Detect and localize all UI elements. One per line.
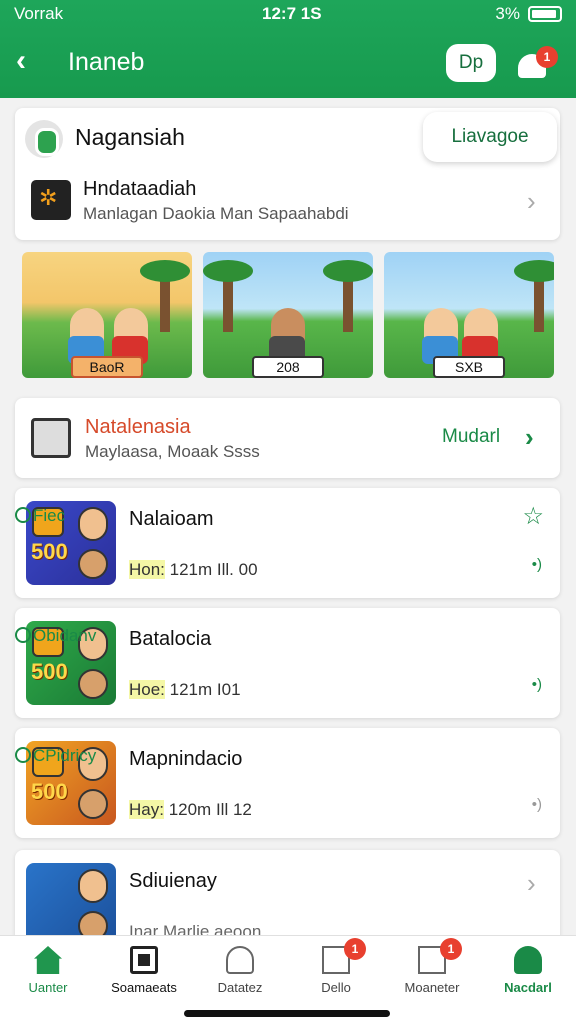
page-title: Inaneb — [68, 48, 145, 76]
promo-card[interactable]: Natalenasia Maylaasa, Moaak Ssss Mudarl … — [15, 398, 560, 478]
clock: 12:7 1S — [262, 4, 322, 23]
tab-label: Nacdarl — [504, 980, 552, 995]
person-icon — [226, 946, 254, 974]
list-item[interactable]: 500 Mapnindacio Hay: 120m Ill 12 CPidric… — [15, 728, 560, 838]
sound-icon: •) — [531, 556, 542, 573]
banner-2[interactable]: 208 — [203, 252, 373, 378]
item-meta-key: Hon: — [129, 560, 165, 579]
item-status-label: CPidricy — [33, 746, 97, 765]
carrier-label: Vorrak — [14, 4, 64, 23]
banner-label: SXB — [433, 356, 505, 378]
tab-badge: 1 — [440, 938, 462, 960]
nav-bar: ‹ Inaneb Dp 1 — [0, 40, 576, 86]
status-dot-icon — [15, 507, 31, 523]
top-card-title: Nagansiah — [75, 124, 185, 150]
tab-label: Moaneter — [404, 980, 460, 995]
item-meta-key: Hay: — [129, 800, 164, 819]
promo-title: Natalenasia — [85, 416, 191, 438]
sound-icon: •) — [531, 676, 542, 693]
top-card-pill-button[interactable]: Liavagoe — [423, 112, 557, 162]
item-meta: Hon: 121m Ill. 00 — [129, 560, 258, 580]
app-header: Vorrak 12:7 1S 3% ‹ Inaneb Dp 1 — [0, 0, 576, 98]
list-item[interactable]: 500 Nalaioam Hon: 121m Ill. 00 Fiec ☆ •) — [15, 488, 560, 598]
character-face — [78, 669, 108, 699]
home-indicator — [184, 1010, 390, 1017]
banner-label: 208 — [252, 356, 324, 378]
battery-percent: 3% — [495, 4, 520, 23]
film-icon — [130, 946, 158, 974]
list-item[interactable]: 500 Batalocia Hoe: 121m I01 Obidanv •) — [15, 608, 560, 718]
sound-icon: •) — [531, 796, 542, 813]
item-status: CPidricy — [15, 746, 576, 768]
profile-icon — [514, 946, 542, 974]
notification-badge: 1 — [536, 46, 558, 68]
chevron-right-icon: › — [527, 186, 536, 216]
banner-1[interactable]: BaoR — [22, 252, 192, 378]
category-icon — [31, 180, 71, 220]
dp-button[interactable]: Dp — [446, 44, 496, 82]
tab-profile[interactable]: Nacdarl — [480, 936, 576, 1006]
tab-home[interactable]: Uanter — [0, 936, 96, 1006]
window-icon — [31, 418, 71, 458]
thumbnail-number: 500 — [31, 539, 68, 564]
character-face — [78, 869, 108, 903]
item-meta-key: Hoe: — [129, 680, 165, 699]
thumbnail-number: 500 — [31, 659, 68, 684]
notifications-button[interactable]: 1 — [514, 46, 558, 82]
tree-icon — [203, 260, 253, 332]
chevron-right-icon: › — [525, 422, 534, 452]
star-icon[interactable]: ☆ — [522, 502, 544, 531]
item-meta: Hay: 120m Ill 12 — [129, 800, 252, 820]
top-card: Nagansiah Liavagoe Hndataadiah Manlagan … — [15, 108, 560, 240]
item-status: Obidanv — [15, 626, 576, 648]
app-logo-icon — [25, 120, 63, 158]
home-icon — [34, 946, 62, 974]
tab-label: Uanter — [28, 980, 68, 995]
back-button[interactable]: ‹ — [16, 44, 26, 78]
item-meta-value: 121m I01 — [164, 680, 241, 699]
banner-3[interactable]: SXB — [384, 252, 554, 378]
tab-person[interactable]: Datatez — [192, 936, 288, 1006]
thumbnail-number: 500 — [31, 779, 68, 804]
item-meta-value: 121m Ill. 00 — [164, 560, 258, 579]
status-dot-icon — [15, 627, 31, 643]
chevron-right-icon: › — [527, 868, 536, 898]
top-card-description: Manlagan Daokia Man Sapaahabdi — [83, 204, 349, 223]
promo-subtitle: Maylaasa, Moaak Ssss — [85, 442, 260, 461]
tab-label: Datatez — [217, 980, 263, 995]
character-face — [78, 549, 108, 579]
tab-badge: 1 — [344, 938, 366, 960]
tree-icon — [514, 260, 554, 332]
status-bar: Vorrak 12:7 1S 3% — [0, 4, 576, 26]
item-status: Fiec — [15, 506, 576, 528]
item-meta: Hoe: 121m I01 — [129, 680, 241, 700]
banner-label: BaoR — [71, 356, 143, 378]
battery-icon — [528, 6, 562, 22]
tab-frame[interactable]: 1 Dello — [288, 936, 384, 1006]
tab-label: Soamaeats — [111, 980, 177, 995]
tab-media[interactable]: Soamaeats — [96, 936, 192, 1006]
item-meta-value: 120m Ill 12 — [163, 800, 252, 819]
tree-icon — [140, 260, 190, 332]
top-card-subtitle: Hndataadiah — [83, 178, 197, 200]
tab-monitor[interactable]: 1 Moaneter — [384, 936, 480, 1006]
promo-action-label: Mudarl — [442, 426, 501, 447]
status-dot-icon — [15, 747, 31, 763]
tab-label: Dello — [321, 980, 351, 995]
character-face — [78, 789, 108, 819]
tree-icon — [323, 260, 373, 332]
item-name: Sdiuienay — [129, 870, 217, 892]
item-status-label: Obidanv — [33, 626, 97, 645]
item-status-label: Fiec — [33, 506, 66, 525]
